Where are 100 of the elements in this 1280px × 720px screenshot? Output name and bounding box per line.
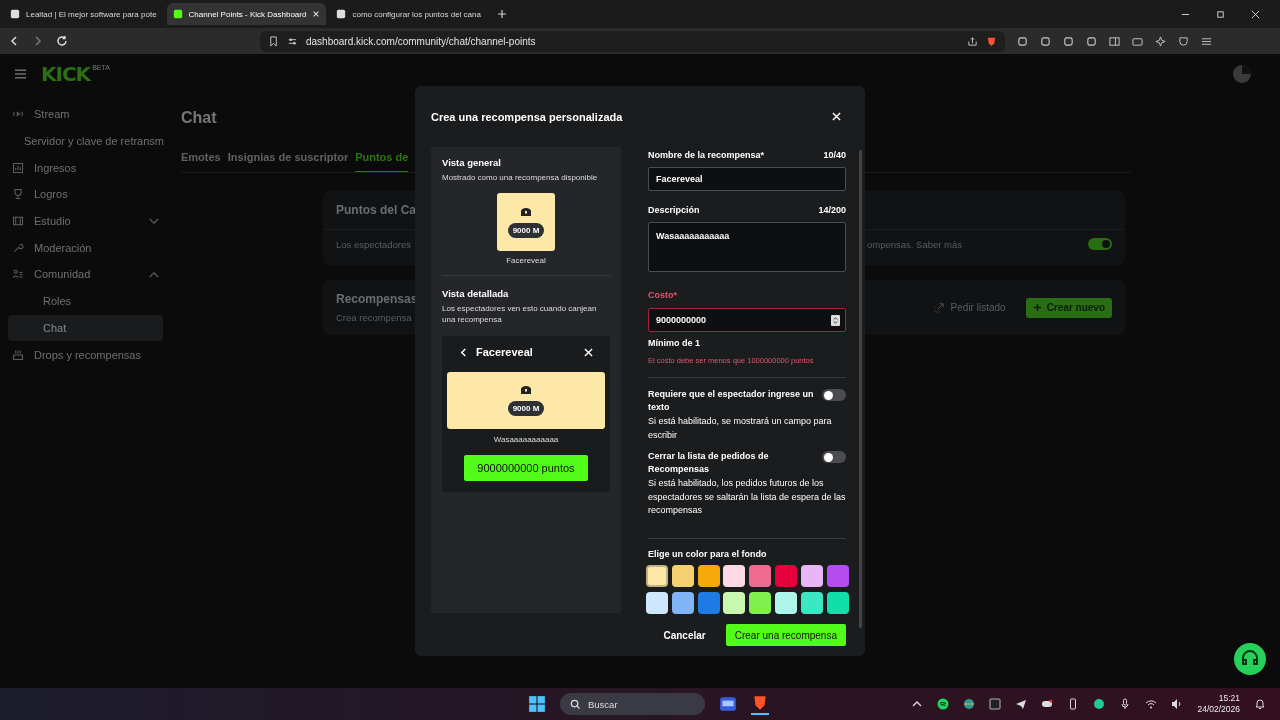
redeem-button[interactable]: 9000000000 puntos — [464, 455, 588, 481]
chest-icon — [520, 385, 532, 395]
restore-icon[interactable] — [1216, 9, 1225, 19]
tab[interactable]: Insignias de suscriptor — [227, 151, 349, 172]
search-field[interactable]: Buscar — [560, 693, 705, 715]
sidebar-item[interactable]: Logros — [0, 181, 175, 208]
option-hint: Si está habilitado, los pedidos futuros de los espectadores se saltarán la lista de espera de las recompensas — [648, 477, 846, 517]
sidebar-item[interactable]: Moderación — [0, 234, 175, 262]
browser-tab[interactable]: Lealtad | El mejor software para pote — [4, 3, 163, 25]
external-link-icon — [933, 302, 945, 313]
extension-icon[interactable] — [1063, 35, 1074, 47]
favicon-icon — [10, 9, 20, 19]
reload-icon[interactable] — [56, 35, 68, 47]
send-icon[interactable] — [1015, 698, 1028, 710]
app-icon[interactable] — [1093, 698, 1106, 710]
sparkle-icon[interactable] — [1155, 35, 1166, 47]
color-swatch[interactable] — [671, 592, 694, 614]
sidebar-subitem[interactable]: Servidor y clave de retransm — [8, 127, 175, 155]
section-title: Vista general — [442, 157, 502, 168]
windows-start-icon[interactable] — [528, 695, 546, 713]
address-field[interactable]: dashboard.kick.com/community/chat/channel-points — [260, 30, 1005, 52]
color-swatch[interactable] — [646, 592, 668, 614]
bookmark-icon[interactable] — [268, 35, 279, 47]
browser-tab[interactable]: como configurar los puntos del cana — [330, 3, 487, 25]
color-swatch[interactable] — [723, 592, 746, 614]
share-icon[interactable] — [967, 35, 978, 47]
app-icon[interactable] — [719, 695, 737, 713]
sidebar-icon[interactable] — [1109, 35, 1120, 47]
search-icon — [570, 698, 581, 710]
sidebar-item[interactable]: Drops y recompensas — [0, 341, 175, 368]
hint-text: Mínimo de 1 — [648, 338, 701, 348]
scrollbar[interactable] — [859, 150, 862, 628]
shield-icon[interactable] — [986, 35, 997, 47]
spinner-icon[interactable] — [831, 315, 840, 326]
color-swatch[interactable] — [723, 564, 746, 587]
card-title: Recompensas — [336, 292, 418, 306]
toggle-switch[interactable] — [822, 451, 846, 463]
shield-icon[interactable] — [1178, 35, 1189, 47]
color-swatch[interactable] — [800, 592, 823, 614]
color-swatch[interactable] — [775, 592, 797, 614]
number-field[interactable]: 9000000000 — [648, 308, 846, 332]
section-title: Vista detallada — [442, 288, 510, 299]
create-new-button[interactable]: Crear nuevo — [1025, 297, 1112, 318]
cancel-button[interactable]: Cancelar — [657, 628, 712, 642]
text-area[interactable]: Wasaaaaaaaaaaa — [648, 222, 846, 272]
support-button[interactable] — [1234, 643, 1266, 675]
forward-icon[interactable] — [32, 35, 44, 47]
wallet-icon[interactable] — [1132, 35, 1143, 47]
wifi-icon[interactable] — [1145, 698, 1158, 710]
globe-icon[interactable] — [963, 698, 976, 710]
back-icon[interactable] — [8, 35, 20, 47]
back-icon[interactable] — [459, 347, 468, 357]
close-icon[interactable] — [1251, 9, 1260, 19]
create-reward-button[interactable]: Crear una recompensa — [725, 624, 846, 646]
toggle-switch[interactable] — [1088, 238, 1112, 250]
logo[interactable]: KICK — [41, 62, 91, 86]
gamepad-icon[interactable] — [1041, 698, 1054, 710]
browser-shield-icon[interactable] — [751, 693, 769, 715]
menu-icon[interactable] — [1201, 35, 1212, 47]
sidebar-item[interactable]: Comunidad — [0, 261, 175, 288]
chevron-down-icon[interactable] — [149, 217, 159, 225]
sidebar-item[interactable]: Estudio — [0, 207, 175, 235]
extension-icon[interactable] — [1086, 35, 1097, 47]
sidebar-subitem[interactable]: Roles — [8, 287, 163, 315]
color-swatch[interactable] — [749, 592, 772, 614]
tab[interactable]: Emotes — [181, 151, 221, 172]
sidebar-icon — [12, 241, 24, 254]
close-icon[interactable] — [312, 10, 321, 18]
menu-icon[interactable] — [14, 68, 27, 80]
sidebar-icon — [12, 161, 24, 174]
bell-icon[interactable] — [1254, 698, 1266, 710]
new-tab-icon[interactable] — [496, 9, 507, 19]
sidebar-item[interactable]: Ingresos — [0, 154, 175, 182]
tab[interactable]: Puntos de — [355, 151, 409, 172]
request-list-link[interactable]: Pedir listado — [950, 302, 1006, 313]
sidebar-item[interactable]: Stream — [0, 101, 175, 128]
browser-tab[interactable]: Channel Points - Kick Dashboard — [166, 3, 327, 25]
field-label: Costo* — [648, 290, 677, 300]
char-count: 14/200 — [818, 205, 846, 215]
section-text: Los espectadores ven esto cuando canjean una recompensa — [442, 303, 598, 325]
site-info-icon[interactable] — [287, 35, 298, 47]
toggle-switch[interactable] — [822, 389, 846, 401]
color-swatch[interactable] — [826, 564, 849, 587]
reward-name: Facereveal — [476, 346, 533, 358]
color-swatch[interactable] — [775, 564, 797, 587]
favicon-icon — [336, 9, 347, 19]
color-swatch[interactable] — [697, 592, 720, 614]
color-swatch[interactable] — [749, 564, 772, 587]
color-swatch[interactable] — [800, 564, 823, 587]
color-swatch[interactable] — [826, 592, 849, 614]
color-swatch[interactable] — [646, 564, 668, 587]
sidebar-subitem[interactable]: Chat — [8, 314, 163, 342]
extension-icon[interactable] — [1040, 35, 1051, 47]
app-icon[interactable] — [989, 698, 1002, 710]
color-swatch[interactable] — [671, 564, 694, 587]
input-field[interactable]: Facereveal — [648, 167, 846, 191]
extension-icon[interactable] — [1017, 35, 1028, 47]
microphone-icon[interactable] — [1119, 698, 1132, 710]
music-app-icon[interactable] — [937, 698, 950, 710]
color-swatch[interactable] — [697, 564, 720, 587]
